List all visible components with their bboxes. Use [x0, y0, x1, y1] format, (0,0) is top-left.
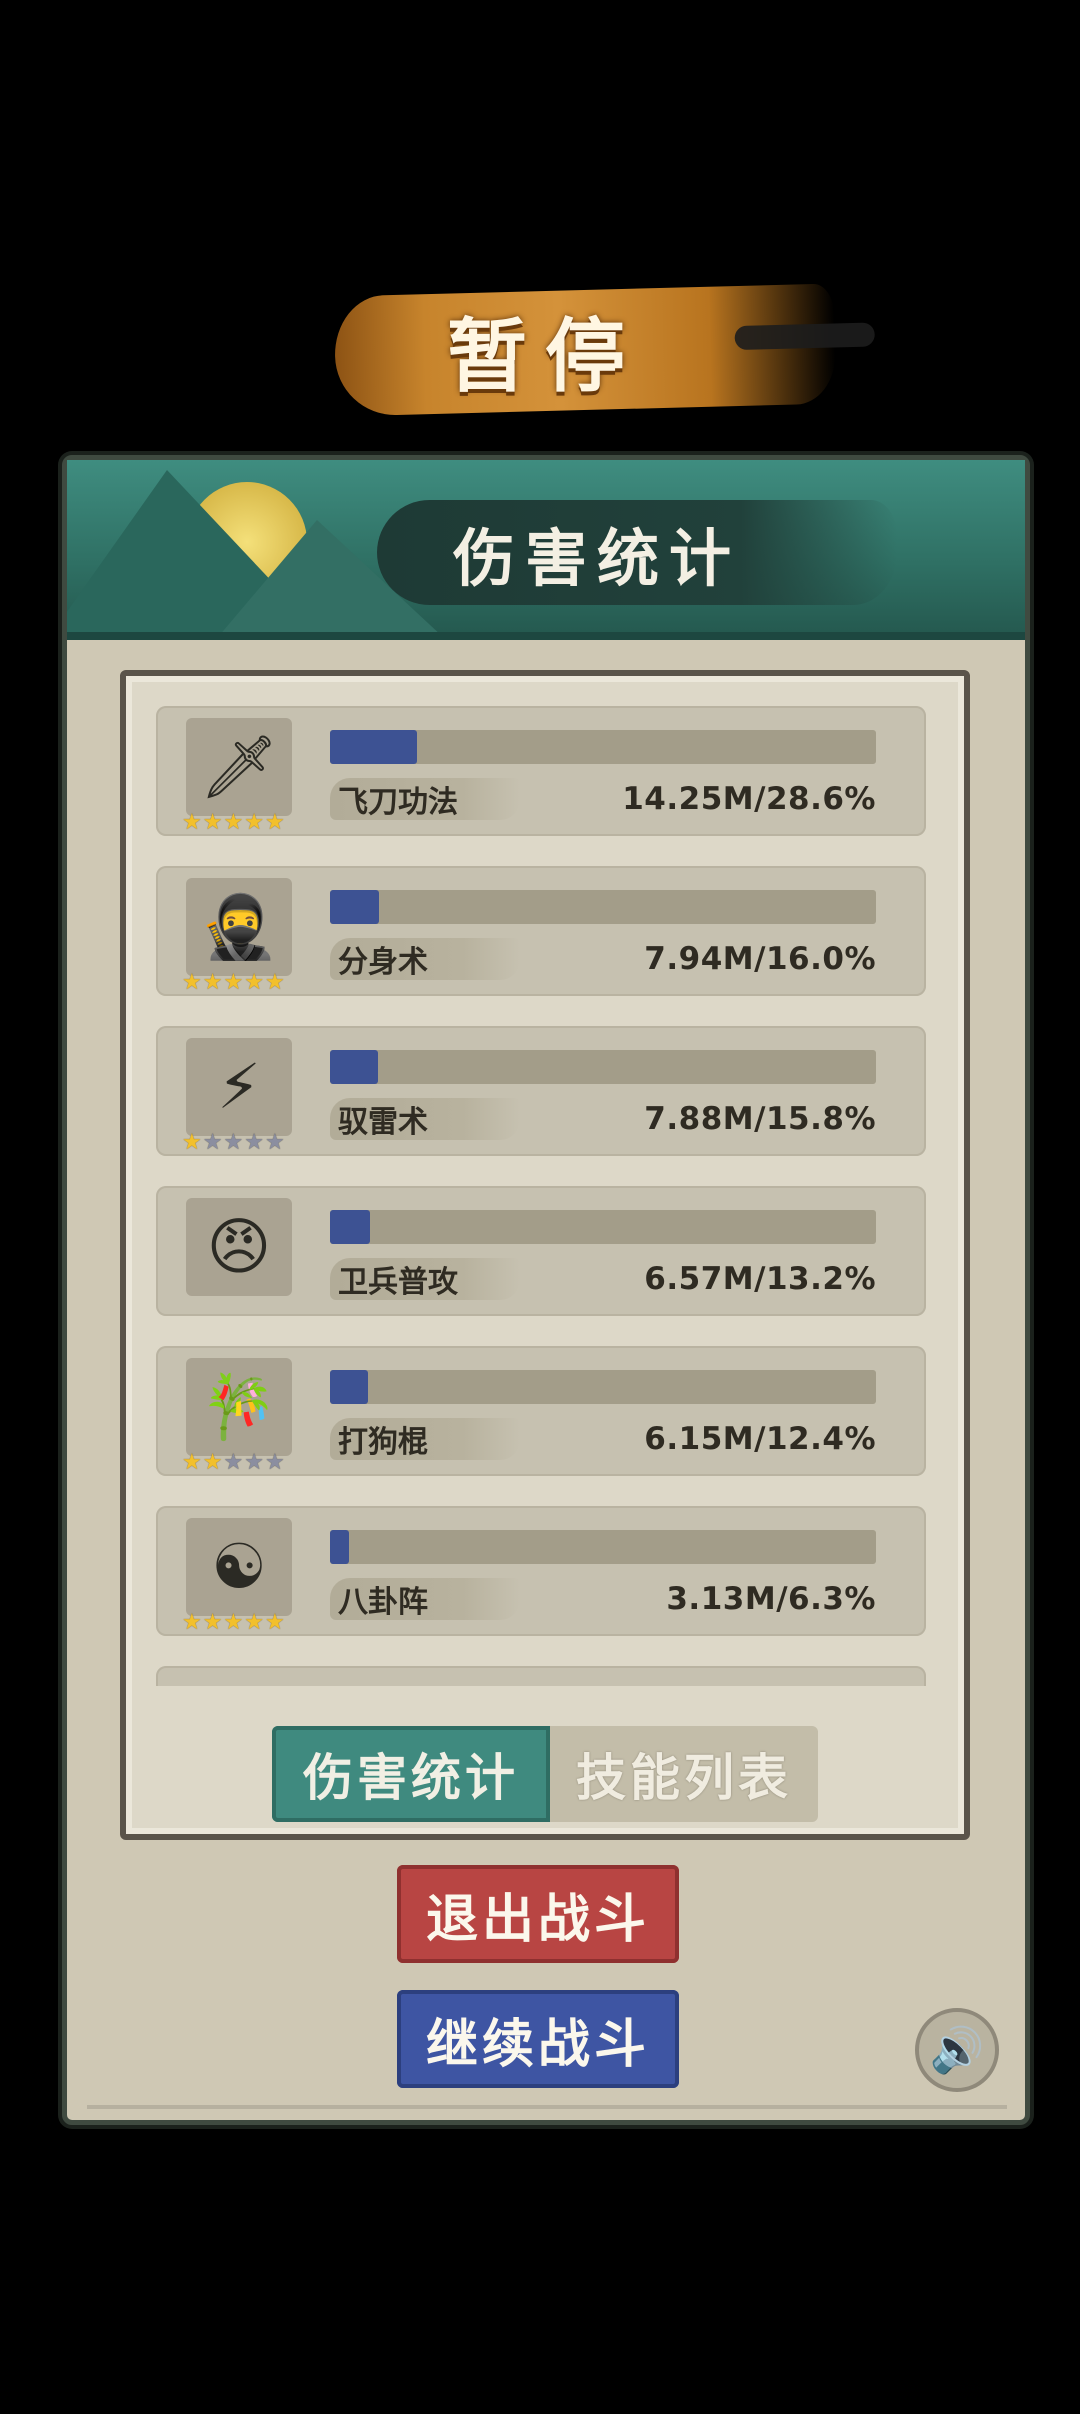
star-icon: ★ [202, 970, 223, 995]
star-icon: ★ [223, 970, 244, 995]
bagua-icon: ☯ [186, 1518, 292, 1616]
star-icon: ★ [223, 1130, 244, 1155]
continue-battle-button[interactable]: 继续战斗 [397, 1990, 679, 2088]
damage-bar-fill [330, 1370, 368, 1404]
flying-daggers-icon-glyph: 🗡 [199, 730, 279, 803]
lightning-orb-icon: ⚡ [186, 1038, 292, 1136]
speaker-icon[interactable]: 🔊 [915, 2008, 999, 2092]
star-icon: ★ [244, 1130, 264, 1155]
star-icon: ★ [264, 1450, 285, 1475]
clone-warriors-icon: 🥷 [186, 878, 292, 976]
pause-dialog: 伤害统计 🗡 ★ ★ ★ ★ ★ 飞刀功法 14.25M/28.6% 🥷 ★ ★ ★ ★ ★ 分身术 7.94… [62, 455, 1030, 2125]
star-icon: ★ [264, 810, 285, 835]
star-icon: ★ [264, 970, 285, 995]
pause-title: 暂停 [447, 309, 643, 403]
clone-warriors-icon-glyph: 🥷 [200, 890, 278, 963]
damage-bar-fill [330, 890, 379, 924]
star-icon: ★ [244, 970, 264, 995]
skill-row-partial [156, 1666, 926, 1686]
tab-damage-stats[interactable]: 伤害统计 [272, 1726, 550, 1822]
skill-name: 分身术 [330, 938, 520, 980]
star-icon: ★ [244, 1450, 264, 1475]
damage-bar-fill [330, 1210, 371, 1244]
damage-bar-track [330, 1530, 876, 1564]
star-icon: ★ [202, 1130, 223, 1155]
panel-tabs: 伤害统计 技能列表 [272, 1726, 818, 1822]
damage-bar-track [330, 890, 876, 924]
skill-damage-value: 6.15M/12.4% [644, 1421, 876, 1457]
skill-damage-value: 14.25M/28.6% [622, 781, 876, 817]
bagua-icon-glyph: ☯ [211, 1530, 267, 1603]
star-rating: ★ ★ ★ ★ ★ [182, 1452, 285, 1474]
damage-bar-track [330, 1370, 876, 1404]
damage-bar-track [330, 1050, 876, 1084]
guard-face-icon: 😠 [186, 1198, 292, 1296]
star-icon: ★ [244, 810, 264, 835]
star-icon: ★ [244, 1610, 264, 1635]
star-rating: ★ ★ ★ ★ ★ [182, 812, 285, 834]
skill-name: 飞刀功法 [330, 778, 520, 820]
skill-row: 😠 卫兵普攻 6.57M/13.2% [156, 1186, 926, 1316]
skill-row: 🎋 ★ ★ ★ ★ ★ 打狗棍 6.15M/12.4% [156, 1346, 926, 1476]
star-icon: ★ [182, 1450, 202, 1475]
star-icon: ★ [223, 1610, 244, 1635]
star-icon: ★ [182, 810, 202, 835]
damage-bar-fill [330, 1530, 350, 1564]
lightning-orb-icon-glyph: ⚡ [217, 1050, 261, 1123]
star-icon: ★ [182, 1130, 202, 1155]
dialog-title: 伤害统计 [452, 521, 741, 595]
damage-stats-panel: 🗡 ★ ★ ★ ★ ★ 飞刀功法 14.25M/28.6% 🥷 ★ ★ ★ ★ ★ 分身术 7.94M/16.… [120, 670, 970, 1840]
flying-daggers-icon: 🗡 [186, 718, 292, 816]
dialog-header: 伤害统计 [67, 460, 1025, 640]
exit-battle-button[interactable]: 退出战斗 [397, 1865, 679, 1963]
bamboo-staff-icon: 🎋 [186, 1358, 292, 1456]
skill-damage-list[interactable]: 🗡 ★ ★ ★ ★ ★ 飞刀功法 14.25M/28.6% 🥷 ★ ★ ★ ★ ★ 分身术 7.94M/16.… [156, 706, 934, 1686]
damage-bar-fill [330, 730, 418, 764]
bamboo-staff-icon-glyph: 🎋 [200, 1370, 278, 1443]
skill-row: 🥷 ★ ★ ★ ★ ★ 分身术 7.94M/16.0% [156, 866, 926, 996]
skill-row: 🗡 ★ ★ ★ ★ ★ 飞刀功法 14.25M/28.6% [156, 706, 926, 836]
skill-name: 八卦阵 [330, 1578, 520, 1620]
star-rating: ★ ★ ★ ★ ★ [182, 972, 285, 994]
skill-damage-value: 7.88M/15.8% [644, 1101, 876, 1137]
skill-row: ⚡ ★ ★ ★ ★ ★ 驭雷术 7.88M/15.8% [156, 1026, 926, 1156]
skill-damage-value: 7.94M/16.0% [644, 941, 876, 977]
star-icon: ★ [182, 1610, 202, 1635]
skill-name: 卫兵普攻 [330, 1258, 520, 1300]
star-icon: ★ [264, 1130, 285, 1155]
guard-face-icon-glyph: 😠 [206, 1210, 272, 1283]
star-icon: ★ [264, 1610, 285, 1635]
damage-bar-track [330, 1210, 876, 1244]
star-rating: ★ ★ ★ ★ ★ [182, 1612, 285, 1634]
star-icon: ★ [223, 1450, 244, 1475]
tab-skill-list[interactable]: 技能列表 [549, 1726, 818, 1822]
star-icon: ★ [202, 1450, 223, 1475]
star-icon: ★ [182, 970, 202, 995]
divider [87, 2105, 1007, 2109]
star-rating: ★ ★ ★ ★ ★ [182, 1132, 285, 1154]
skill-name: 驭雷术 [330, 1098, 520, 1140]
star-icon: ★ [223, 810, 244, 835]
skill-damage-value: 6.57M/13.2% [644, 1261, 876, 1297]
star-icon: ★ [202, 810, 223, 835]
skill-name: 打狗棍 [330, 1418, 520, 1460]
damage-bar-fill [330, 1050, 379, 1084]
skill-row: ☯ ★ ★ ★ ★ ★ 八卦阵 3.13M/6.3% [156, 1506, 926, 1636]
skill-damage-value: 3.13M/6.3% [666, 1581, 876, 1617]
star-icon: ★ [202, 1610, 223, 1635]
damage-bar-track [330, 730, 876, 764]
